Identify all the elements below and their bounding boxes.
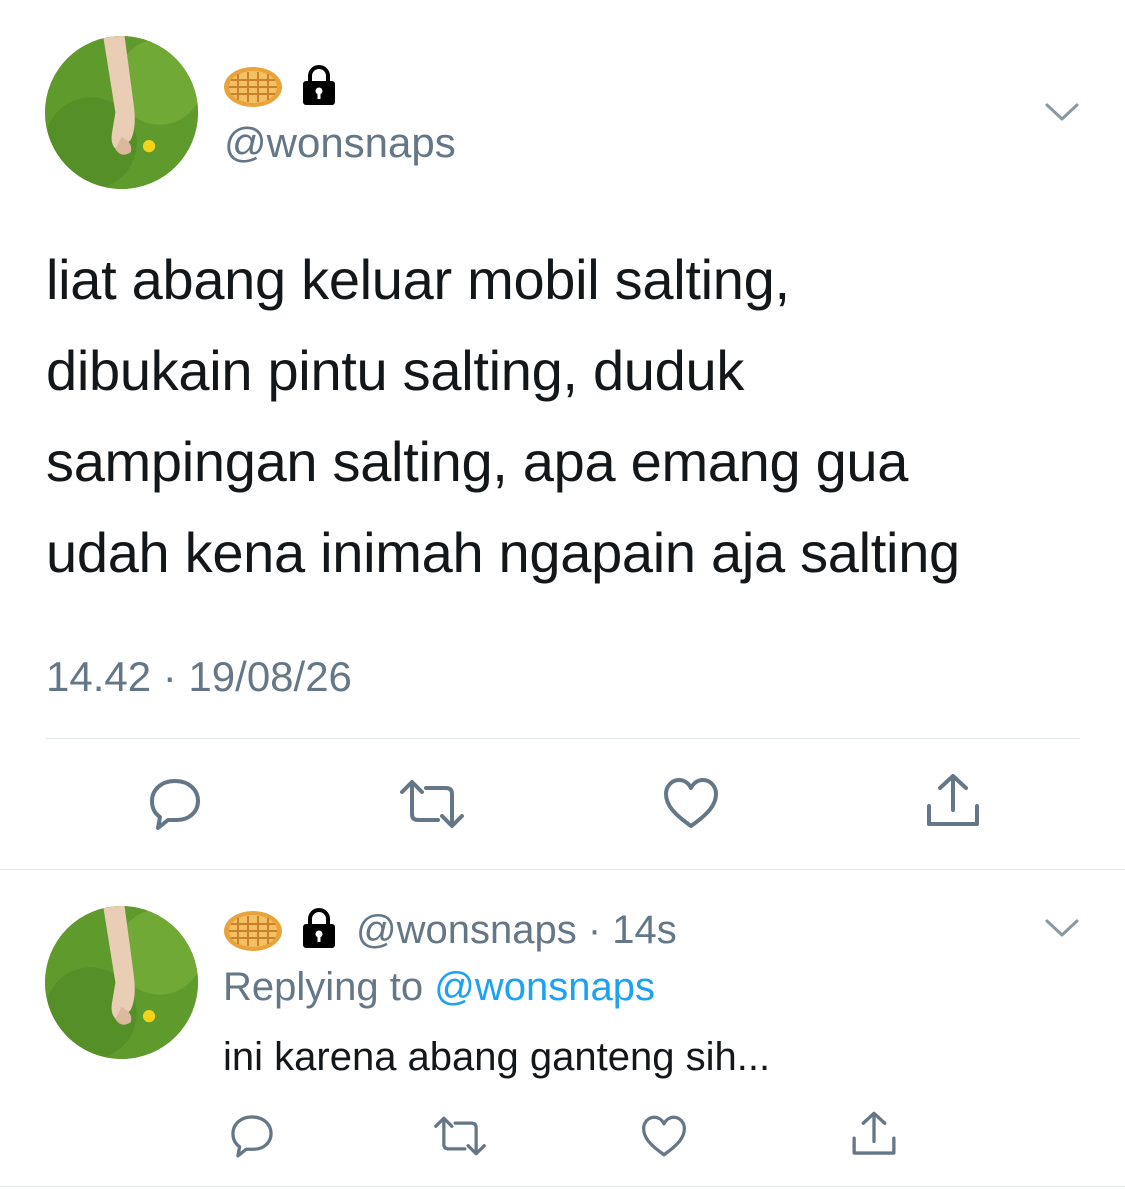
reply-time[interactable]: · 14s [588,908,677,952]
share-icon[interactable] [924,772,982,830]
reply-handle[interactable]: @wonsnaps [356,908,577,952]
avatar[interactable] [45,36,198,189]
tweet-line: liat abang keluar mobil salting, [46,248,790,311]
tweet-text: liat abang keluar mobil salting, dibukai… [46,234,1106,598]
replying-handle-link[interactable]: @wonsnaps [434,965,655,1009]
replying-label: Replying to [223,965,424,1009]
lock-icon [298,907,340,949]
like-icon[interactable] [662,776,720,830]
reply-avatar[interactable] [45,906,198,1059]
timestamp[interactable]: 14.42 · 19/08/26 [46,652,352,702]
section-divider [0,869,1125,870]
tweet-line: dibukain pintu salting, duduk [46,339,745,402]
reply-icon[interactable] [146,775,204,833]
like-icon[interactable] [640,1114,688,1158]
divider [46,738,1080,739]
retweet-icon[interactable] [398,778,466,830]
reply-header: @wonsnaps · 14s [356,906,677,954]
bottom-divider [0,1186,1125,1187]
tweet-line: sampingan salting, apa emang gua [46,430,909,493]
chevron-down-icon[interactable] [1044,100,1080,124]
reply-text: ini karena abang ganteng sih... [223,1035,771,1079]
reply-icon[interactable] [228,1112,276,1160]
replying-to: Replying to @wonsnaps [223,963,655,1011]
waffle-emoji [223,66,283,108]
retweet-icon[interactable] [432,1115,488,1157]
chevron-down-icon[interactable] [1044,916,1080,940]
lock-icon [298,64,340,106]
share-icon[interactable] [850,1110,898,1158]
tweet-line: udah kena inimah ngapain aja salting [46,521,960,584]
handle[interactable]: @wonsnaps [224,118,456,168]
waffle-emoji [223,910,283,952]
